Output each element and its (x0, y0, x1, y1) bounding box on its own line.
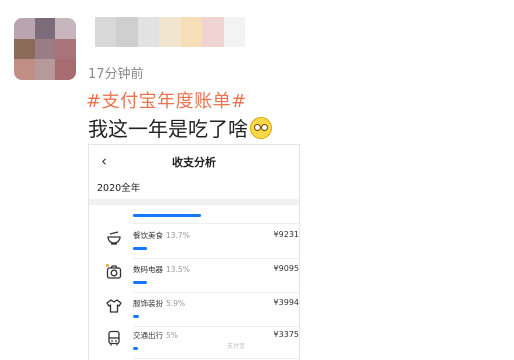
category-name: 服饰装扮 (133, 299, 163, 308)
category-amount: ¥3994 (273, 298, 299, 307)
year-label: 2020全年 (97, 183, 141, 194)
post-time: 17分钟前 (88, 67, 144, 82)
hashtag-link[interactable]: #支付宝年度账单# (86, 87, 247, 113)
category-name: 餐饮美食 (133, 231, 163, 240)
category-row[interactable]: 数码电器 13.5% ¥9095 (89, 261, 299, 295)
category-percent: 5.9% (166, 299, 186, 308)
app-nav-bar: ‹ 收支分析 (89, 145, 299, 175)
avatar[interactable] (14, 18, 76, 80)
caption-text: 我这一年是吃了啥 (88, 117, 248, 141)
category-row[interactable]: 交通出行 5% ¥3375 (89, 327, 299, 360)
category-percent: 13.5% (166, 265, 190, 274)
post-caption: 我这一年是吃了啥 (88, 113, 272, 142)
category-row[interactable]: 餐饮美食 13.7% ¥9231 (89, 227, 299, 261)
category-percent: 13.7% (166, 231, 190, 240)
row-divider (133, 223, 299, 224)
watermark-text: 支付宝 (227, 343, 246, 350)
category-row[interactable]: 服饰装扮 5.9% ¥3994 (89, 295, 299, 329)
category-bar (133, 281, 147, 284)
row-divider (133, 258, 299, 259)
category-bar (133, 315, 139, 318)
category-bar (133, 214, 201, 217)
category-amount: ¥9231 (273, 230, 299, 239)
category-percent: 5% (166, 331, 178, 340)
category-name: 数码电器 (133, 265, 163, 274)
camera-icon (106, 264, 122, 280)
bowl-icon (106, 230, 122, 246)
category-bar (133, 347, 138, 350)
category-amount: ¥3375 (273, 330, 299, 339)
bus-icon (106, 330, 122, 346)
category-label: 交通出行 5% (133, 330, 178, 341)
shirt-icon (106, 298, 122, 314)
category-amount: ¥9095 (273, 264, 299, 273)
bill-screenshot[interactable]: ‹ 收支分析 2020全年 餐饮美食 13.7% ¥9231 数码电器 13.5% ¥90… (88, 144, 300, 360)
category-bar (133, 247, 147, 250)
category-name: 交通出行 (133, 331, 163, 340)
category-label: 数码电器 13.5% (133, 264, 190, 275)
category-label: 餐饮美食 13.7% (133, 230, 190, 241)
category-row-partial (89, 197, 299, 231)
row-divider (133, 292, 299, 293)
flushed-face-emoji (250, 116, 272, 139)
username-blurred[interactable] (95, 17, 245, 47)
app-page-title: 收支分析 (172, 156, 216, 169)
category-label: 服饰装扮 5.9% (133, 298, 185, 309)
